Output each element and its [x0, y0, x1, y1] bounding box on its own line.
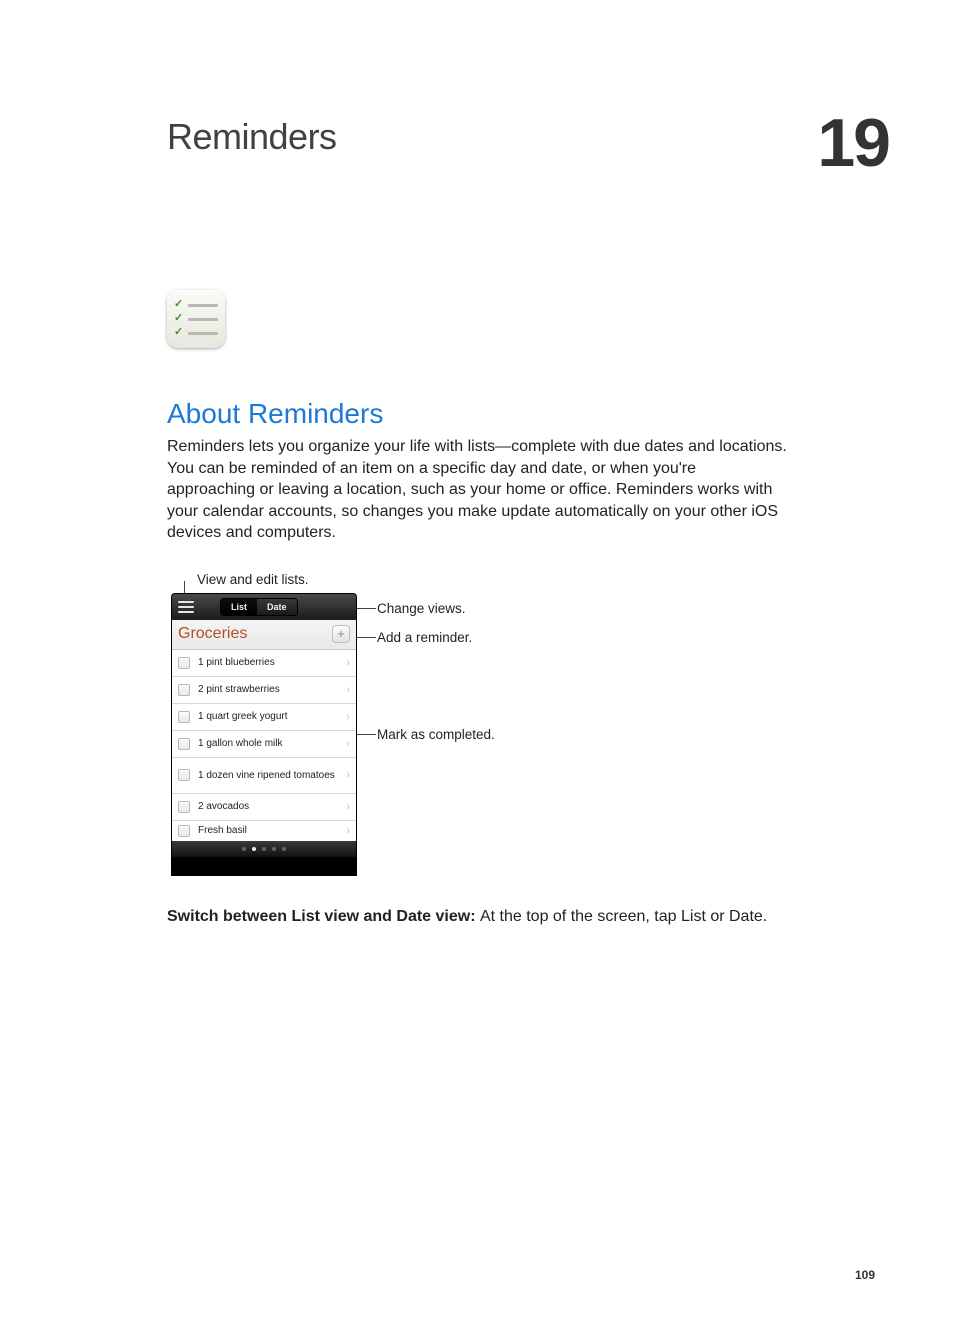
check-icon [174, 300, 184, 310]
list-item[interactable]: 1 dozen vine ripened tomatoes › [172, 758, 356, 794]
caption: Switch between List view and Date view: … [167, 906, 787, 928]
list-title: Groceries [178, 625, 247, 643]
list-item[interactable]: 2 avocados › [172, 794, 356, 821]
page-dots[interactable] [172, 841, 356, 857]
chevron-right-icon[interactable]: › [344, 738, 352, 750]
reminders-app-icon [167, 290, 225, 348]
icon-line [188, 304, 218, 307]
checkbox[interactable] [178, 711, 190, 723]
chevron-right-icon[interactable]: › [344, 684, 352, 696]
add-reminder-button[interactable]: + [332, 625, 350, 643]
segment-list[interactable]: List [221, 599, 257, 615]
chapter-title: Reminders [167, 116, 787, 158]
list-menu-icon[interactable] [178, 600, 194, 614]
reminder-text: Fresh basil [198, 825, 344, 837]
reminder-text: 1 dozen vine ripened tomatoes [198, 770, 344, 782]
section-body: Reminders lets you organize your life wi… [167, 436, 787, 544]
chevron-right-icon[interactable]: › [344, 825, 352, 837]
icon-line [188, 318, 218, 321]
chevron-right-icon[interactable]: › [344, 769, 352, 781]
chevron-right-icon[interactable]: › [344, 657, 352, 669]
callout-change-views: Change views. [377, 601, 466, 616]
icon-line [188, 332, 218, 335]
chevron-right-icon[interactable]: › [344, 711, 352, 723]
list-item[interactable]: 1 pint blueberries › [172, 650, 356, 677]
check-icon [174, 328, 184, 338]
list-item[interactable]: 1 gallon whole milk › [172, 731, 356, 758]
page-number: 109 [855, 1268, 875, 1282]
list-item[interactable]: 1 quart greek yogurt › [172, 704, 356, 731]
segmented-control[interactable]: List Date [220, 598, 298, 616]
check-icon [174, 314, 184, 324]
section-heading: About Reminders [167, 398, 787, 430]
reminder-text: 1 quart greek yogurt [198, 711, 344, 723]
checkbox[interactable] [178, 769, 190, 781]
checkbox[interactable] [178, 684, 190, 696]
reminder-text: 2 avocados [198, 801, 344, 813]
figure: View and edit lists. Change views. Add a… [167, 572, 787, 894]
reminder-text: 1 pint blueberries [198, 657, 344, 669]
chevron-right-icon[interactable]: › [344, 801, 352, 813]
segment-date[interactable]: Date [257, 599, 297, 615]
callout-view-edit: View and edit lists. [197, 572, 309, 587]
list-header: Groceries + [172, 620, 356, 650]
phone-screenshot: List Date Groceries + 1 pint blueberries… [172, 594, 356, 875]
checkbox[interactable] [178, 825, 190, 837]
checkbox[interactable] [178, 801, 190, 813]
callout-add-reminder: Add a reminder. [377, 630, 472, 645]
list-item[interactable]: Fresh basil › [172, 821, 356, 841]
callout-mark-completed: Mark as completed. [377, 727, 495, 742]
checkbox[interactable] [178, 738, 190, 750]
caption-rest: At the top of the screen, tap List or Da… [480, 908, 767, 925]
list-item[interactable]: 2 pint strawberries › [172, 677, 356, 704]
caption-bold: Switch between List view and Date view: [167, 908, 480, 925]
reminder-text: 1 gallon whole milk [198, 738, 344, 750]
topbar: List Date [172, 594, 356, 620]
reminder-text: 2 pint strawberries [198, 684, 344, 696]
checkbox[interactable] [178, 657, 190, 669]
chapter-number: 19 [817, 104, 889, 182]
